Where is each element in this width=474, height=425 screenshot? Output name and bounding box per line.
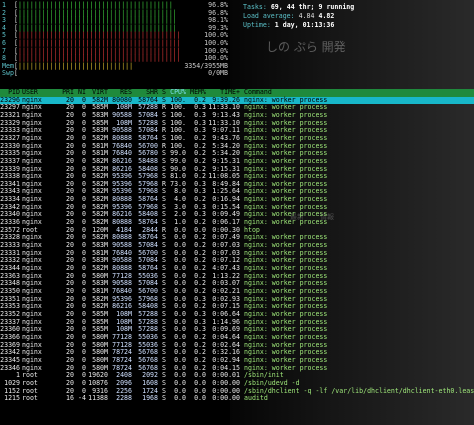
- virt-cell: 11388: [88, 394, 108, 403]
- meter-fill: |||||||||||||||||||||||||||||: [17, 61, 134, 70]
- cpu-memory-meters: 1 [||||||||||||||||||||||||||||||||||||||…: [2, 1, 230, 78]
- ni-cell: -4: [78, 394, 86, 403]
- command-cell: auditd: [244, 394, 268, 403]
- uptime-line: Uptime: 1 day, 01:13:36: [243, 20, 335, 29]
- shr-cell: 1968: [142, 394, 158, 403]
- memory-meter: Mem[||||||||||||||||||||||||||||| 3354/39…: [2, 61, 230, 71]
- meter-value: 0/0MB: [208, 69, 228, 78]
- process-rows: 23296 nginx 20 0 582M 80080 58764 S 100. 0.2 9:39.…: [0, 96, 474, 403]
- pri-cell: 16: [66, 394, 74, 403]
- swap-meter: Swp[0/0MB: [2, 69, 230, 78]
- process-table[interactable]: PID USER PRI NI VIRT RES SHR S CPU% MEM% TIME+ Comm…: [0, 88, 474, 403]
- command-cell: /sbin/dhclient -q -lf /var/lib/dhclient/…: [244, 386, 474, 395]
- background-title: しの ぷら 開発: [266, 40, 346, 54]
- process-row[interactable]: 1215 root 16 -4 11388 2288 1968 S 0.0 0.0 0:00.00 a…: [0, 394, 474, 403]
- user-cell: root: [22, 394, 38, 403]
- mem-cell: 0.0: [194, 394, 206, 403]
- pid-cell: 1215: [4, 394, 20, 403]
- system-summary: Tasks: 69, 44 thr; 9 running Load averag…: [243, 3, 354, 30]
- meter-bar: [|||||||||||||||||||||||||||||: [14, 61, 134, 70]
- time-cell: 0:00.00: [212, 394, 240, 403]
- state-cell: S: [162, 394, 166, 403]
- meter-label: Swp: [2, 69, 14, 78]
- res-cell: 2288: [116, 394, 132, 403]
- cpu-cell: 0.0: [174, 394, 186, 403]
- meter-bar: [: [14, 69, 18, 78]
